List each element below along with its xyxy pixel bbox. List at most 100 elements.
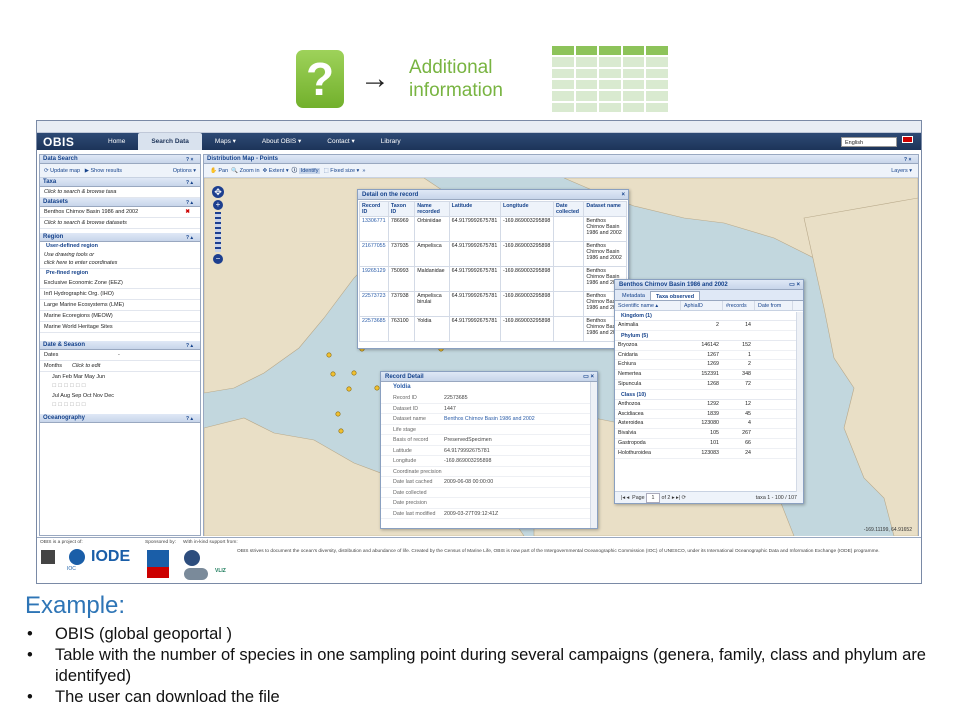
- remove-icon[interactable]: ✖: [185, 207, 190, 218]
- region-meow[interactable]: Marine Ecoregions (MEOW): [40, 311, 200, 322]
- layers-menu[interactable]: Layers ▾: [891, 164, 912, 178]
- col-date-from[interactable]: Date from: [755, 301, 793, 310]
- taxa-group-header[interactable]: Phylum (5): [615, 331, 803, 341]
- table-row[interactable]: Bivalvia 105 267: [615, 429, 803, 439]
- user-hint-2[interactable]: click here to enter coordinates: [40, 259, 200, 269]
- ioc-logo-icon[interactable]: [69, 549, 85, 565]
- window-tools-icon[interactable]: ▭ ×: [583, 372, 594, 382]
- table-row[interactable]: Anthozoa 1292 12: [615, 400, 803, 410]
- unesco-logo-icon[interactable]: [41, 550, 55, 564]
- region-heritage[interactable]: Marine World Heritage Sites: [40, 322, 200, 333]
- table-row[interactable]: Ascidiacea 1839 45: [615, 410, 803, 420]
- detail-column-header[interactable]: Dataset name: [583, 201, 627, 217]
- detail-column-header[interactable]: Taxon ID: [387, 201, 416, 217]
- nav-library[interactable]: Library: [368, 133, 414, 150]
- date-section[interactable]: Date & Season ? ▴: [40, 341, 200, 350]
- col-records[interactable]: #records: [723, 301, 755, 310]
- record-id-link[interactable]: 19265129: [359, 266, 389, 292]
- datasets-section[interactable]: Datasets ? ▴: [40, 198, 200, 207]
- col-scientific-name[interactable]: Scientific name ▴: [615, 301, 681, 310]
- record-field-value[interactable]: Benthos Chirnov Basin 1986 and 2002: [444, 414, 535, 424]
- nav-home[interactable]: Home: [95, 133, 138, 150]
- nav-about[interactable]: About OBIS ▾: [249, 133, 314, 150]
- nav-search-data[interactable]: Search Data: [138, 133, 202, 150]
- dates-row[interactable]: Dates -: [40, 350, 200, 361]
- record-id-link[interactable]: 22573685: [359, 316, 389, 342]
- sponsor-logo-icon[interactable]: [147, 550, 169, 578]
- region-eez[interactable]: Exclusive Economic Zone (EEZ): [40, 278, 200, 289]
- shell-logo-icon[interactable]: [184, 568, 208, 580]
- months-checks-1[interactable]: ☐ ☐ ☐ ☐ ☐ ☐: [40, 383, 200, 391]
- extent-button[interactable]: Extent ▾: [269, 168, 289, 174]
- refresh-icon[interactable]: ⟳: [682, 495, 686, 501]
- table-row[interactable]: 21677055 737935 Ampelisca 64.9179992675781-…: [359, 241, 627, 267]
- taxa-section[interactable]: Taxa ? ▴: [40, 178, 200, 187]
- region-lme[interactable]: Large Marine Ecosystems (LME): [40, 300, 200, 311]
- date-tools-icon[interactable]: ? ▴: [186, 342, 198, 349]
- table-row[interactable]: Animalia 2 14: [615, 321, 803, 331]
- oceanography-section[interactable]: Oceanography ? ▴: [40, 414, 200, 423]
- ocean-tools-icon[interactable]: ? ▴: [186, 415, 198, 422]
- pan-button[interactable]: Pan: [218, 168, 228, 174]
- dataset-item[interactable]: Benthos Chirnov Basin 1986 and 2002 ✖: [40, 207, 200, 218]
- record-id-link[interactable]: 13306771: [359, 216, 389, 242]
- table-row[interactable]: Holothuroidea 123083 24: [615, 449, 803, 459]
- map-tools-icon[interactable]: ? ×: [904, 156, 916, 163]
- pan-control-icon[interactable]: ✥: [212, 186, 224, 198]
- table-row[interactable]: Nemertea 152391 348: [615, 370, 803, 380]
- col-aphiaid[interactable]: AphiaID: [681, 301, 723, 310]
- last-page-icon[interactable]: ▸|: [676, 495, 680, 501]
- detail-column-header[interactable]: Record ID: [359, 201, 389, 217]
- tab-taxa-observed[interactable]: Taxa observed: [649, 291, 701, 300]
- prev-page-icon[interactable]: ◂: [627, 495, 630, 501]
- detail-column-header[interactable]: Longitude: [499, 201, 555, 217]
- region-tools-icon[interactable]: ? ▴: [186, 234, 198, 241]
- identify-button[interactable]: Identify: [298, 168, 321, 174]
- iode-logo[interactable]: IODE: [91, 549, 130, 565]
- first-page-icon[interactable]: |◂: [621, 495, 625, 501]
- tab-metadata[interactable]: Metadata: [617, 291, 650, 300]
- detail-column-header[interactable]: Name recorded: [414, 201, 450, 217]
- flanders-logo-icon[interactable]: [184, 550, 200, 566]
- window-tools-icon[interactable]: ▭ ×: [789, 280, 800, 290]
- taxa-group-header[interactable]: Class (10): [615, 390, 803, 400]
- record-id-link[interactable]: 22573723: [359, 291, 389, 317]
- pager-page-input[interactable]: 1: [646, 493, 661, 503]
- update-map-button[interactable]: Update map: [50, 168, 80, 174]
- region-section[interactable]: Region ? ▴: [40, 233, 200, 242]
- close-icon[interactable]: ×: [621, 190, 625, 200]
- table-row[interactable]: Sipuncula 1268 72: [615, 380, 803, 390]
- months-row[interactable]: Months Click to edit: [40, 361, 200, 372]
- options-menu[interactable]: Options ▾: [173, 164, 196, 178]
- table-row[interactable]: Bryozoa 146142 152: [615, 341, 803, 351]
- language-select[interactable]: English: [841, 136, 897, 147]
- table-row[interactable]: Cnidaria 1267 1: [615, 351, 803, 361]
- nav-contact[interactable]: Contact ▾: [314, 133, 367, 150]
- taxa-hint[interactable]: Click to search & browse taxa: [40, 187, 200, 198]
- record-scrollbar[interactable]: [590, 382, 597, 528]
- table-row[interactable]: 19265129 750993 Maldanidae 64.9179992675781…: [359, 266, 627, 292]
- vliz-logo[interactable]: VLIZ: [215, 568, 226, 574]
- datasets-tools-icon[interactable]: ? ▴: [186, 199, 198, 206]
- zoom-slider[interactable]: ✥ + −: [212, 186, 224, 266]
- show-results-button[interactable]: Show results: [90, 168, 122, 174]
- table-row[interactable]: 22573685 763100 Yoldia 64.9179992675781 -169…: [359, 316, 627, 342]
- datasets-hint[interactable]: Click to search & browse datasets: [40, 218, 200, 229]
- zoom-out-icon[interactable]: −: [213, 254, 223, 264]
- taxa-group-header[interactable]: Kingdom (1): [615, 311, 803, 321]
- more-button[interactable]: »: [362, 168, 365, 174]
- panel-tools-icon[interactable]: ? ×: [186, 156, 198, 163]
- fixed-size-button[interactable]: Fixed size ▾: [330, 168, 359, 174]
- taxa-scrollbar[interactable]: [796, 312, 803, 492]
- zoom-button[interactable]: Zoom in: [240, 168, 260, 174]
- zoom-in-icon[interactable]: +: [213, 200, 223, 210]
- table-row[interactable]: 13306771 786969 Orbiniidae 64.9179992675781…: [359, 216, 627, 242]
- zoom-bar[interactable]: [215, 212, 221, 252]
- detail-column-header[interactable]: Date collected: [553, 201, 585, 217]
- region-iho[interactable]: Int'l Hydrographic Org. (IHO): [40, 289, 200, 300]
- uk-flag-icon[interactable]: [902, 136, 913, 143]
- taxa-tools-icon[interactable]: ? ▴: [186, 179, 198, 186]
- table-row[interactable]: Echiura 1269 2: [615, 360, 803, 371]
- next-page-icon[interactable]: ▸: [672, 495, 675, 501]
- nav-maps[interactable]: Maps ▾: [202, 133, 249, 150]
